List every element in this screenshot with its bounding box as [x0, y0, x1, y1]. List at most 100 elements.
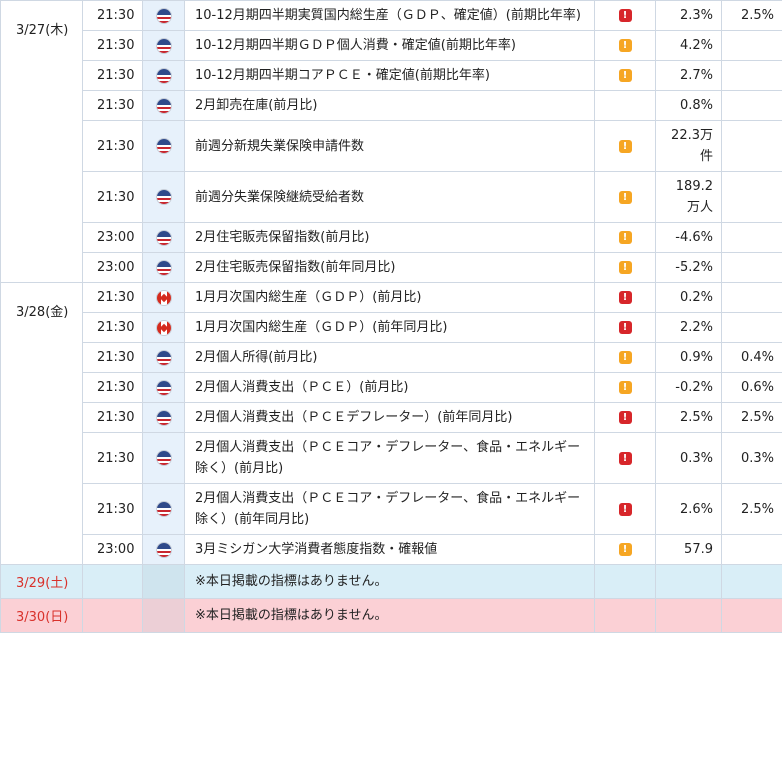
previous-value: -5.2%	[655, 252, 722, 283]
table-row: 23:00 3月ミシガン大学消費者態度指数・確報値! 57.9	[1, 534, 782, 565]
previous-value: 22.3万件	[655, 120, 722, 172]
medium-importance-icon: !	[618, 261, 632, 274]
us-flag-icon	[156, 38, 171, 53]
time-cell: 21:30	[82, 30, 143, 61]
forecast-value: 2.5%	[721, 0, 782, 31]
previous-value: 189.2万人	[655, 171, 722, 223]
indicator-name: 2月住宅販売保留指数(前月比)	[184, 222, 595, 253]
previous-value: 0.3%	[655, 432, 722, 484]
country-cell	[142, 312, 185, 343]
importance-cell: !	[594, 0, 656, 31]
importance-cell: !	[594, 60, 656, 91]
importance-cell: !	[594, 312, 656, 343]
table-row: 21:30 2月個人消費支出（ＰＣＥ）(前月比)! -0.2% 0.6%	[1, 372, 782, 403]
country-cell	[142, 432, 185, 484]
table-row: 21:30 2月個人所得(前月比)! 0.9% 0.4%	[1, 342, 782, 373]
forecast-value	[721, 598, 782, 633]
no-indicator-message: ※本日掲載の指標はありません。	[184, 598, 595, 633]
ca-flag-icon	[156, 320, 171, 335]
indicator-name: 10-12月期四半期実質国内総生産（ＧＤＰ、確定値）(前期比年率)	[184, 0, 595, 31]
time-cell: 21:30	[82, 402, 143, 433]
importance-cell: !	[594, 534, 656, 565]
indicator-name: 3月ミシガン大学消費者態度指数・確報値	[184, 534, 595, 565]
importance-cell: !	[594, 342, 656, 373]
medium-importance-icon: !	[618, 381, 632, 394]
country-cell	[142, 372, 185, 403]
indicator-name: 10-12月期四半期コアＰＣＥ・確定値(前期比年率)	[184, 60, 595, 91]
time-cell: 21:30	[82, 342, 143, 373]
ca-flag-icon	[156, 290, 171, 305]
us-flag-icon	[156, 8, 171, 23]
table-row: 3/28(金) 21:30 1月月次国内総生産（ＧＤＰ）(前月比)! 0.2%	[0, 282, 782, 565]
importance-cell: !	[594, 120, 656, 172]
indicator-name: 1月月次国内総生産（ＧＤＰ）(前年同月比)	[184, 312, 595, 343]
us-flag-icon	[156, 190, 171, 204]
country-cell	[142, 30, 185, 61]
forecast-value	[721, 252, 782, 283]
importance-cell: !	[594, 252, 656, 283]
table-row: 21:30 10-12月期四半期ＧＤＰ個人消費・確定値(前期比年率)! 4.2%	[1, 30, 782, 61]
table-row: 21:30 前週分新規失業保険申請件数! 22.3万件	[1, 120, 782, 172]
date-cell: 3/27(木)	[0, 0, 83, 283]
previous-value: 2.5%	[655, 402, 722, 433]
country-cell	[142, 342, 185, 373]
high-importance-icon: !	[618, 451, 632, 465]
previous-value: 0.8%	[655, 90, 722, 121]
time-cell: 21:30	[82, 282, 143, 313]
forecast-value	[721, 171, 782, 223]
previous-value: 2.2%	[655, 312, 722, 343]
forecast-value: 0.6%	[721, 372, 782, 403]
table-row: 21:30 10-12月期四半期コアＰＣＥ・確定値(前期比年率)! 2.7%	[1, 60, 782, 91]
time-cell: 23:00	[82, 252, 143, 283]
importance-cell: !	[594, 402, 656, 433]
table-row: 21:30 1月月次国内総生産（ＧＤＰ）(前年同月比)! 2.2%	[1, 312, 782, 343]
us-flag-icon	[156, 502, 171, 516]
no-indicator-message: ※本日掲載の指標はありません。	[184, 564, 595, 599]
forecast-value	[721, 282, 782, 313]
country-cell	[142, 0, 185, 31]
indicator-name: 2月個人消費支出（ＰＣＥコア・デフレーター、食品・エネルギー除く）(前年同月比)	[184, 483, 595, 535]
forecast-value: 2.5%	[721, 402, 782, 433]
importance-cell	[594, 90, 656, 121]
previous-value: 0.2%	[655, 282, 722, 313]
medium-importance-icon: !	[618, 543, 632, 556]
medium-importance-icon: !	[618, 69, 632, 82]
forecast-value: 2.5%	[721, 483, 782, 535]
high-importance-icon: !	[618, 291, 632, 304]
importance-cell: !	[594, 483, 656, 535]
forecast-value	[721, 222, 782, 253]
forecast-value	[721, 120, 782, 172]
country-cell	[142, 252, 185, 283]
importance-cell: !	[594, 171, 656, 223]
date-cell: 3/28(金)	[0, 282, 83, 565]
country-cell	[142, 60, 185, 91]
previous-value: 2.7%	[655, 60, 722, 91]
forecast-value	[721, 60, 782, 91]
high-importance-icon: !	[618, 502, 632, 516]
time-cell: 21:30	[82, 432, 143, 484]
table-row: 21:30 2月個人消費支出（ＰＣＥデフレーター）(前年同月比)! 2.5% 2.5%	[1, 402, 782, 433]
importance-cell	[594, 564, 656, 599]
time-cell: 21:30	[82, 60, 143, 91]
importance-cell: !	[594, 282, 656, 313]
country-cell	[142, 222, 185, 253]
table-row: 21:30 前週分失業保険継続受給者数! 189.2万人	[1, 171, 782, 223]
indicator-name: 2月個人消費支出（ＰＣＥデフレーター）(前年同月比)	[184, 402, 595, 433]
medium-importance-icon: !	[618, 231, 632, 244]
previous-value	[655, 564, 722, 599]
table-row: 3/27(木) 21:30 10-12月期四半期実質国内総生産（ＧＤＰ、確定値）(前…	[0, 0, 782, 283]
us-flag-icon	[156, 410, 171, 425]
importance-cell: !	[594, 372, 656, 403]
indicator-name: 2月個人消費支出（ＰＣＥ）(前月比)	[184, 372, 595, 403]
previous-value: 0.9%	[655, 342, 722, 373]
date-cell: 3/30(日)	[0, 598, 83, 633]
us-flag-icon	[156, 230, 171, 245]
indicator-name: 2月個人所得(前月比)	[184, 342, 595, 373]
indicator-name: 2月個人消費支出（ＰＣＥコア・デフレーター、食品・エネルギー除く）(前月比)	[184, 432, 595, 484]
table-row: 21:30 2月個人消費支出（ＰＣＥコア・デフレーター、食品・エネルギー除く）(前…	[1, 432, 782, 484]
time-cell	[82, 564, 143, 599]
forecast-value	[721, 564, 782, 599]
table-row-sun: 3/30(日) ※本日掲載の指標はありません。	[0, 598, 782, 633]
previous-value: -4.6%	[655, 222, 722, 253]
high-importance-icon: !	[618, 321, 632, 334]
